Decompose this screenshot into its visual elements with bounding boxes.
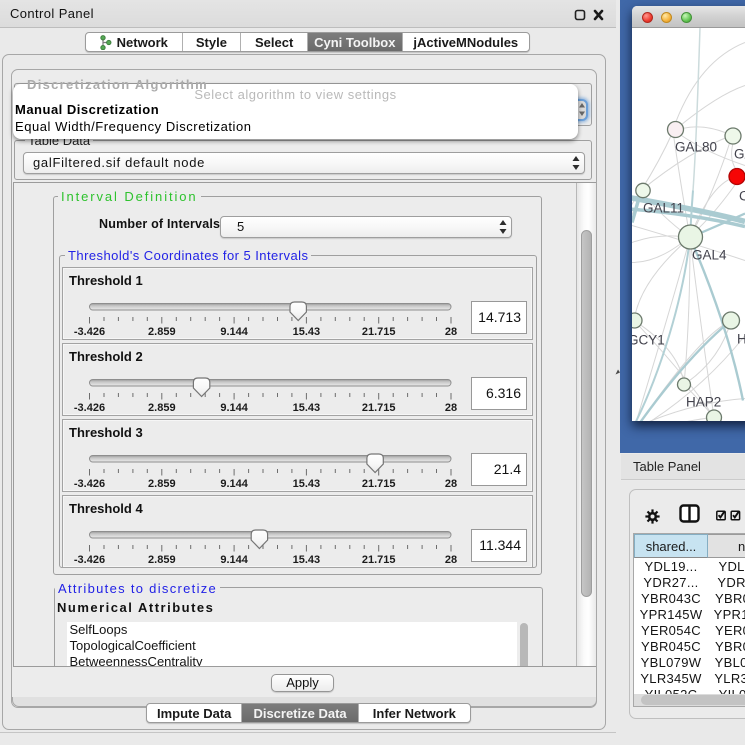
svg-text:-3.426: -3.426 bbox=[74, 554, 105, 566]
svg-text:2.859: 2.859 bbox=[148, 402, 176, 414]
svg-text:HAP2: HAP2 bbox=[686, 394, 721, 409]
svg-text:28: 28 bbox=[445, 554, 457, 566]
svg-text:21.715: 21.715 bbox=[362, 402, 396, 414]
svg-text:15.43: 15.43 bbox=[293, 478, 321, 490]
svg-text:21.715: 21.715 bbox=[362, 554, 396, 566]
svg-text:GAL80: GAL80 bbox=[675, 139, 717, 154]
svg-text:-3.426: -3.426 bbox=[74, 478, 105, 490]
svg-text:21.715: 21.715 bbox=[362, 478, 396, 490]
svg-text:9.144: 9.144 bbox=[220, 554, 248, 566]
svg-text:GAL4: GAL4 bbox=[692, 247, 727, 262]
svg-text:28: 28 bbox=[445, 478, 457, 490]
svg-text:9.144: 9.144 bbox=[220, 326, 248, 338]
svg-text:21.715: 21.715 bbox=[362, 326, 396, 338]
svg-text:2.859: 2.859 bbox=[148, 326, 176, 338]
svg-text:GA: GA bbox=[734, 146, 745, 161]
svg-text:9.144: 9.144 bbox=[220, 402, 248, 414]
svg-text:15.43: 15.43 bbox=[293, 402, 321, 414]
svg-text:2.859: 2.859 bbox=[148, 554, 176, 566]
svg-text:H: H bbox=[737, 331, 745, 346]
svg-text:9.144: 9.144 bbox=[220, 478, 248, 490]
svg-text:GAL11: GAL11 bbox=[643, 200, 684, 215]
svg-text:-3.426: -3.426 bbox=[74, 326, 105, 338]
svg-text:28: 28 bbox=[445, 326, 457, 338]
svg-text:15.43: 15.43 bbox=[293, 326, 321, 338]
svg-text:GCY1: GCY1 bbox=[632, 332, 665, 347]
svg-text:2.859: 2.859 bbox=[148, 478, 176, 490]
svg-text:C: C bbox=[739, 188, 745, 203]
svg-text:-3.426: -3.426 bbox=[74, 402, 105, 414]
svg-text:15.43: 15.43 bbox=[293, 554, 321, 566]
svg-text:28: 28 bbox=[445, 402, 457, 414]
